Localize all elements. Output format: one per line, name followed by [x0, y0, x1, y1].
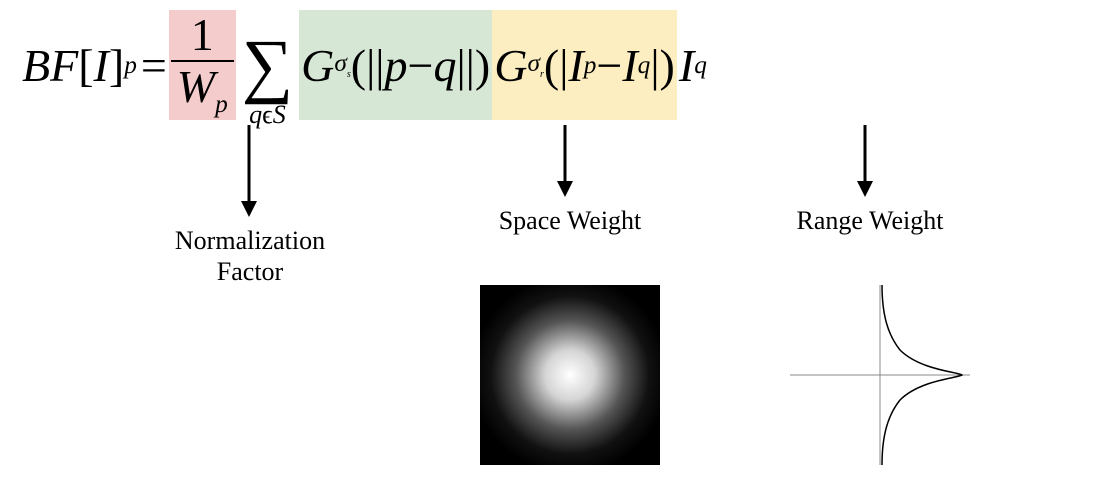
arrow-normalization: [237, 125, 261, 220]
annotations-layer: Normalization Factor Space Weight Range …: [0, 0, 1118, 500]
gaussian-1d-icon: [790, 285, 970, 465]
gaussian-2d-icon: [480, 285, 660, 465]
arrow-space: [553, 125, 577, 200]
arrow-range: [853, 125, 877, 200]
label-range: Range Weight: [770, 205, 970, 236]
label-space: Space Weight: [470, 205, 670, 236]
label-normalization: Normalization Factor: [155, 225, 345, 287]
